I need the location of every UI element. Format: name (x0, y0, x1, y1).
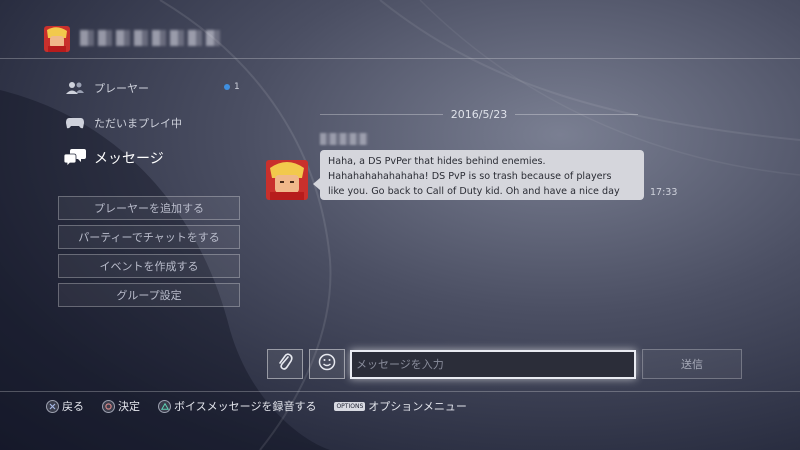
create-event-button[interactable]: イベントを作成する (58, 254, 240, 278)
smiley-icon (318, 353, 336, 375)
message-bubble[interactable]: Haha, a DS PvPer that hides behind enemi… (313, 150, 644, 200)
sidebar-item-now-playing[interactable]: ただいまプレイ中 (64, 115, 182, 131)
players-count: 1 (234, 82, 240, 92)
hint-voice-label: ボイスメッセージを録音する (174, 400, 317, 413)
message-timestamp: 17:33 (650, 187, 678, 198)
sender-name-pixelated (320, 133, 368, 145)
user-avatar[interactable] (44, 26, 70, 52)
players-count-badge: 1 (224, 82, 240, 92)
circle-button-icon (102, 399, 115, 413)
add-player-button[interactable]: プレーヤーを追加する (58, 196, 240, 220)
hint-back[interactable]: 戻る (46, 398, 84, 414)
party-chat-button[interactable]: パーティーでチャットをする (58, 225, 240, 249)
players-icon (64, 80, 86, 96)
sidebar-item-players[interactable]: プレーヤー (64, 80, 149, 96)
hint-options-label: オプションメニュー (368, 400, 467, 413)
group-settings-button[interactable]: グループ設定 (58, 283, 240, 307)
top-bar (0, 0, 800, 59)
hint-options-menu[interactable]: OPTIONS オプションメニュー (334, 398, 467, 414)
sidebar-item-players-label: プレーヤー (94, 82, 149, 95)
controller-icon (64, 115, 86, 131)
message-line: like you. Go back to Call of Duty kid. O… (328, 186, 620, 197)
message-line: Hahahahahahahaha! DS PvP is so trash bec… (328, 171, 612, 182)
date-label: 2016/5/23 (450, 107, 508, 121)
triangle-button-icon (158, 399, 171, 413)
sticker-button[interactable] (309, 349, 345, 379)
hint-confirm[interactable]: 決定 (102, 398, 140, 414)
sidebar-item-messages-label: メッセージ (94, 151, 164, 167)
date-separator: 2016/5/23 (320, 106, 638, 122)
message-line: Haha, a DS PvPer that hides behind enemi… (328, 156, 546, 167)
options-button-icon: OPTIONS (334, 401, 366, 411)
send-button[interactable]: 送信 (642, 349, 742, 379)
hint-voice-message[interactable]: ボイスメッセージを録音する (158, 398, 316, 414)
message-input[interactable] (350, 350, 636, 379)
online-dot-icon (224, 84, 230, 90)
hint-confirm-label: 決定 (118, 400, 140, 413)
sidebar-item-now-playing-label: ただいまプレイ中 (94, 117, 182, 130)
hint-divider (0, 391, 800, 392)
sender-avatar[interactable] (266, 160, 308, 200)
sidebar-item-messages[interactable]: メッセージ (64, 148, 164, 168)
attach-button[interactable] (267, 349, 303, 379)
username-pixelated (80, 30, 220, 46)
paperclip-icon (277, 353, 293, 375)
button-hints: 戻る 決定 ボイスメッセージを録音する OPTIONS オプションメニュー (46, 398, 485, 414)
cross-button-icon (46, 399, 59, 413)
hint-back-label: 戻る (62, 400, 84, 413)
message-bubbles-icon (64, 149, 86, 167)
